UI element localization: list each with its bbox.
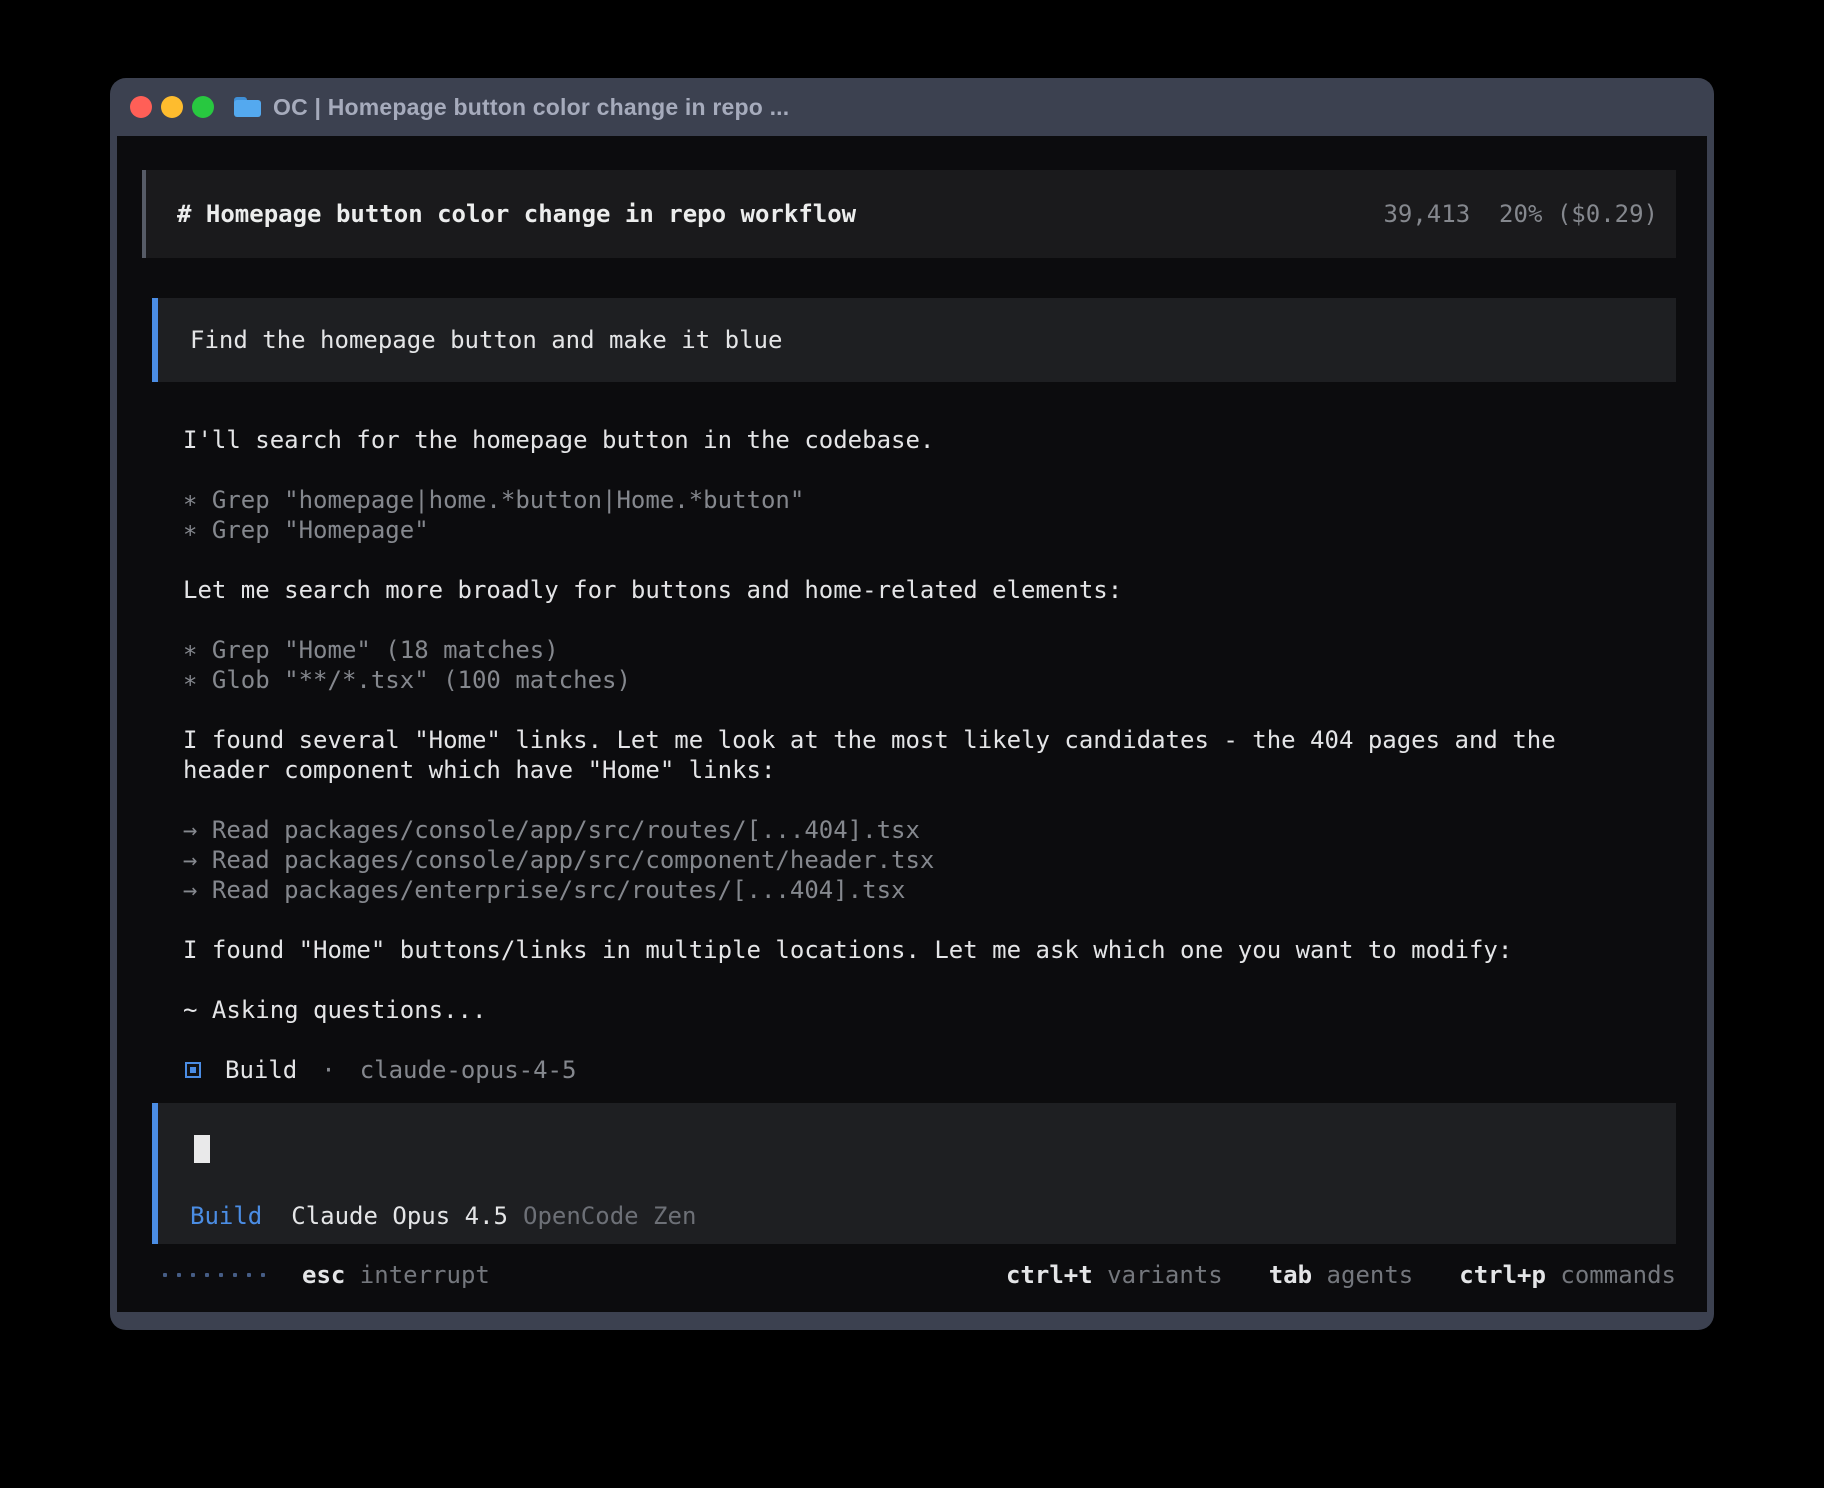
status-bar-left: esc interrupt <box>163 1260 490 1290</box>
esc-key-hint[interactable]: esc <box>302 1260 345 1290</box>
assistant-text-line: I found several "Home" links. Let me loo… <box>183 725 1583 785</box>
assistant-text: I found several "Home" links. Let me loo… <box>183 725 1583 785</box>
minimize-button[interactable] <box>161 96 183 118</box>
tool-call-line: ∗ Grep "Home" (18 matches) <box>183 635 1583 665</box>
keyboard-hint: ctrl+t variants <box>1006 1260 1223 1290</box>
assistant-text: Let me search more broadly for buttons a… <box>183 575 1583 605</box>
traffic-lights <box>130 96 214 118</box>
assistant-text: I found "Home" buttons/links in multiple… <box>183 935 1583 965</box>
close-button[interactable] <box>130 96 152 118</box>
tool-call-line: ∗ Grep "Homepage" <box>183 515 1583 545</box>
session-header: # Homepage button color change in repo w… <box>142 170 1676 258</box>
transcript: I'll search for the homepage button in t… <box>183 425 1583 1115</box>
tool-call-group: ∗ Grep "Home" (18 matches)∗ Glob "**/*.t… <box>183 635 1583 695</box>
editor-meta: Build Claude Opus 4.5 OpenCode Zen <box>190 1201 696 1231</box>
separator-dot: · <box>321 1055 335 1085</box>
model-label[interactable]: Claude Opus 4.5 <box>291 1201 508 1231</box>
assistant-text-line: ~ Asking questions... <box>183 995 1583 1025</box>
keyboard-hint: ctrl+p commands <box>1459 1260 1676 1290</box>
hint-label: variants <box>1093 1260 1223 1290</box>
prompt-input[interactable]: Build Claude Opus 4.5 OpenCode Zen <box>152 1103 1676 1244</box>
tool-call-line: → Read packages/console/app/src/routes/[… <box>183 815 1583 845</box>
agent-status-row: Build · claude-opus-4-5 <box>183 1055 1583 1085</box>
agent-square-icon <box>185 1062 201 1078</box>
status-bar: esc interrupt ctrl+t variantstab agentsc… <box>163 1260 1676 1290</box>
tool-call-group: ∗ Grep "homepage|home.*button|Home.*butt… <box>183 485 1583 545</box>
hint-key[interactable]: ctrl+t <box>1006 1260 1093 1290</box>
tool-call-group: → Read packages/console/app/src/routes/[… <box>183 815 1583 905</box>
hint-key[interactable]: tab <box>1269 1260 1312 1290</box>
status-bar-right: ctrl+t variants tab agents ctrl+p commands <box>960 1260 1676 1290</box>
tool-call-line: → Read packages/console/app/src/componen… <box>183 845 1583 875</box>
assistant-text: ~ Asking questions... <box>183 995 1583 1025</box>
assistant-text: I'll search for the homepage button in t… <box>183 425 1583 455</box>
agent-model-id: claude-opus-4-5 <box>360 1055 577 1085</box>
user-message: Find the homepage button and make it blu… <box>152 298 1676 382</box>
tool-call-line: ∗ Grep "homepage|home.*button|Home.*butt… <box>183 485 1583 515</box>
esc-key-label: interrupt <box>345 1260 490 1290</box>
agent-mode-label[interactable]: Build <box>190 1201 262 1231</box>
agent-name: Build <box>225 1055 297 1085</box>
terminal: # Homepage button color change in repo w… <box>117 136 1707 1312</box>
provider-label: OpenCode Zen <box>523 1201 696 1231</box>
spinner-dots-icon <box>163 1273 265 1277</box>
assistant-text-line: I'll search for the homepage button in t… <box>183 425 1583 455</box>
session-title: # Homepage button color change in repo w… <box>177 199 856 229</box>
hint-key[interactable]: ctrl+p <box>1459 1260 1546 1290</box>
hint-label: commands <box>1546 1260 1676 1290</box>
session-stats: 39,413 20% ($0.29) <box>1383 199 1658 229</box>
folder-icon <box>234 97 261 117</box>
titlebar: OC | Homepage button color change in rep… <box>110 78 1714 136</box>
tool-call-line: → Read packages/enterprise/src/routes/[.… <box>183 875 1583 905</box>
hint-label: agents <box>1312 1260 1413 1290</box>
user-message-text: Find the homepage button and make it blu… <box>190 325 782 355</box>
assistant-text-line: I found "Home" buttons/links in multiple… <box>183 935 1583 965</box>
window-title: OC | Homepage button color change in rep… <box>273 94 789 121</box>
keyboard-hint: tab agents <box>1269 1260 1414 1290</box>
app-window: OC | Homepage button color change in rep… <box>110 78 1714 1330</box>
zoom-button[interactable] <box>192 96 214 118</box>
tool-call-line: ∗ Glob "**/*.tsx" (100 matches) <box>183 665 1583 695</box>
text-cursor <box>194 1135 210 1163</box>
assistant-text-line: Let me search more broadly for buttons a… <box>183 575 1583 605</box>
